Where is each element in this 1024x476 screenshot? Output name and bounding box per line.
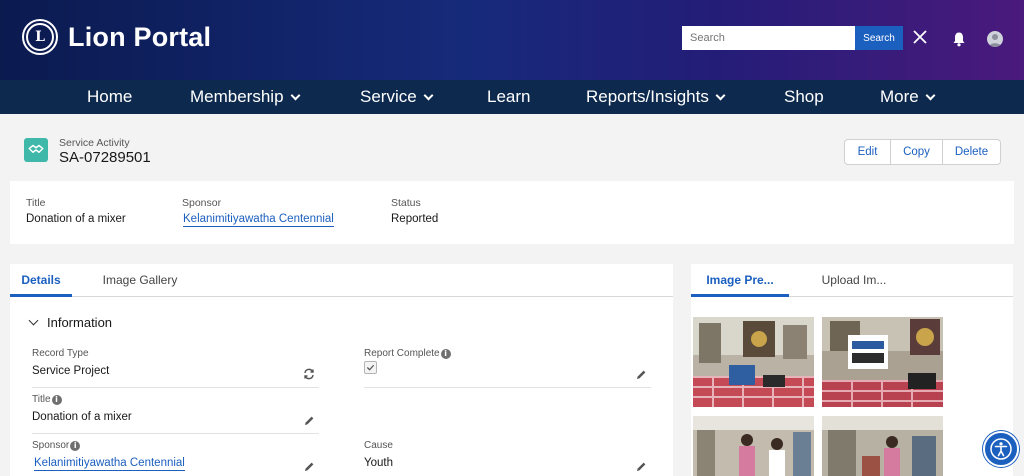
gallery-image[interactable]: [693, 317, 814, 407]
copy-button[interactable]: Copy: [890, 140, 942, 164]
info-icon[interactable]: i: [51, 394, 62, 405]
title-value: Donation of a mixer: [32, 411, 132, 423]
gallery-image[interactable]: [822, 317, 943, 407]
highlight-status-label: Status: [391, 197, 421, 209]
cause-label: Cause: [364, 440, 393, 451]
field-sponsor: Sponsor i Kelanimitiyawatha Centennial: [32, 440, 319, 476]
field-record-type: Record Type Service Project: [32, 348, 319, 388]
accessibility-icon[interactable]: [983, 431, 1019, 467]
chevron-down-icon: [28, 315, 39, 326]
record-type-value: Service Project: [32, 365, 110, 377]
record-id: SA-07289501: [59, 149, 151, 166]
edit-button[interactable]: Edit: [845, 140, 890, 164]
cause-value: Youth: [364, 457, 393, 469]
global-header: L Lion Portal Search: [0, 0, 1024, 80]
tab-details[interactable]: Details: [10, 264, 72, 297]
sponsor-label: Sponsor: [32, 440, 70, 451]
nav-item-home[interactable]: Home: [87, 80, 132, 114]
chevron-down-icon: [290, 90, 300, 101]
nav-item-shop[interactable]: Shop: [784, 80, 824, 114]
side-tabs: Image Pre... Upload Im...: [691, 264, 1013, 297]
title-label: Title: [32, 394, 51, 405]
nav-item-reports-insights[interactable]: Reports/Insights: [586, 80, 726, 114]
field-title: Title i Donation of a mixer: [32, 394, 319, 434]
tab-image-preview[interactable]: Image Pre...: [691, 264, 789, 297]
highlight-sponsor-link[interactable]: Kelanimitiyawatha Centennial: [183, 213, 334, 227]
record-highlights: Title Donation of a mixer Sponsor Kelani…: [10, 181, 1014, 244]
lions-logo-icon[interactable]: L: [22, 19, 58, 55]
field-report-complete: Report Complete i: [364, 348, 651, 388]
bell-icon[interactable]: [951, 31, 967, 47]
report-complete-label: Report Complete: [364, 348, 440, 359]
close-icon[interactable]: [912, 29, 928, 45]
search-button[interactable]: Search: [855, 26, 903, 50]
sponsor-link[interactable]: Kelanimitiyawatha Centennial: [34, 457, 185, 471]
brand-title[interactable]: Lion Portal: [68, 22, 211, 53]
record-type-label: Record Type: [32, 348, 89, 359]
detail-tabs: Details Image Gallery: [10, 264, 673, 297]
gallery-image[interactable]: [693, 416, 814, 476]
pencil-icon[interactable]: [303, 415, 315, 427]
pencil-icon[interactable]: [635, 369, 647, 381]
tab-upload-image[interactable]: Upload Im...: [809, 264, 899, 297]
details-panel: Details Image Gallery Information Record…: [10, 264, 673, 476]
information-section-toggle[interactable]: Information: [28, 315, 113, 330]
nav-item-service[interactable]: Service: [360, 80, 434, 114]
nav-item-more[interactable]: More: [880, 80, 936, 114]
info-icon[interactable]: i: [440, 348, 451, 359]
info-icon[interactable]: i: [70, 440, 81, 451]
handshake-icon: [24, 138, 48, 162]
nav-item-membership[interactable]: Membership: [190, 80, 300, 114]
change-record-type-icon[interactable]: [303, 368, 315, 380]
chevron-down-icon: [423, 90, 434, 101]
user-avatar-icon[interactable]: [987, 31, 1003, 47]
section-title: Information: [47, 315, 113, 330]
record-actions: Edit Copy Delete: [844, 139, 1001, 165]
gallery-image[interactable]: [822, 416, 943, 476]
report-complete-checkbox: [364, 361, 377, 374]
pencil-icon[interactable]: [303, 461, 315, 473]
highlight-sponsor-label: Sponsor: [182, 197, 222, 209]
chevron-down-icon: [925, 90, 936, 101]
record-header: Service Activity SA-07289501 Edit Copy D…: [10, 126, 1014, 174]
delete-button[interactable]: Delete: [942, 140, 1000, 164]
highlight-status-value: Reported: [391, 213, 439, 225]
tab-image-gallery[interactable]: Image Gallery: [94, 264, 186, 297]
pencil-icon[interactable]: [635, 461, 647, 473]
highlight-title-value: Donation of a mixer: [26, 213, 126, 225]
main-navigation: Home Membership Service Learn Reports/In…: [0, 80, 1024, 114]
record-type-label: Service Activity: [59, 137, 130, 149]
image-preview-panel: Image Pre... Upload Im...: [691, 264, 1013, 476]
nav-item-learn[interactable]: Learn: [487, 80, 530, 114]
chevron-down-icon: [715, 90, 726, 101]
search-input[interactable]: [682, 26, 855, 50]
field-cause: Cause Youth: [364, 440, 651, 476]
checkmark-icon: [366, 364, 375, 371]
highlight-title-label: Title: [26, 197, 46, 209]
